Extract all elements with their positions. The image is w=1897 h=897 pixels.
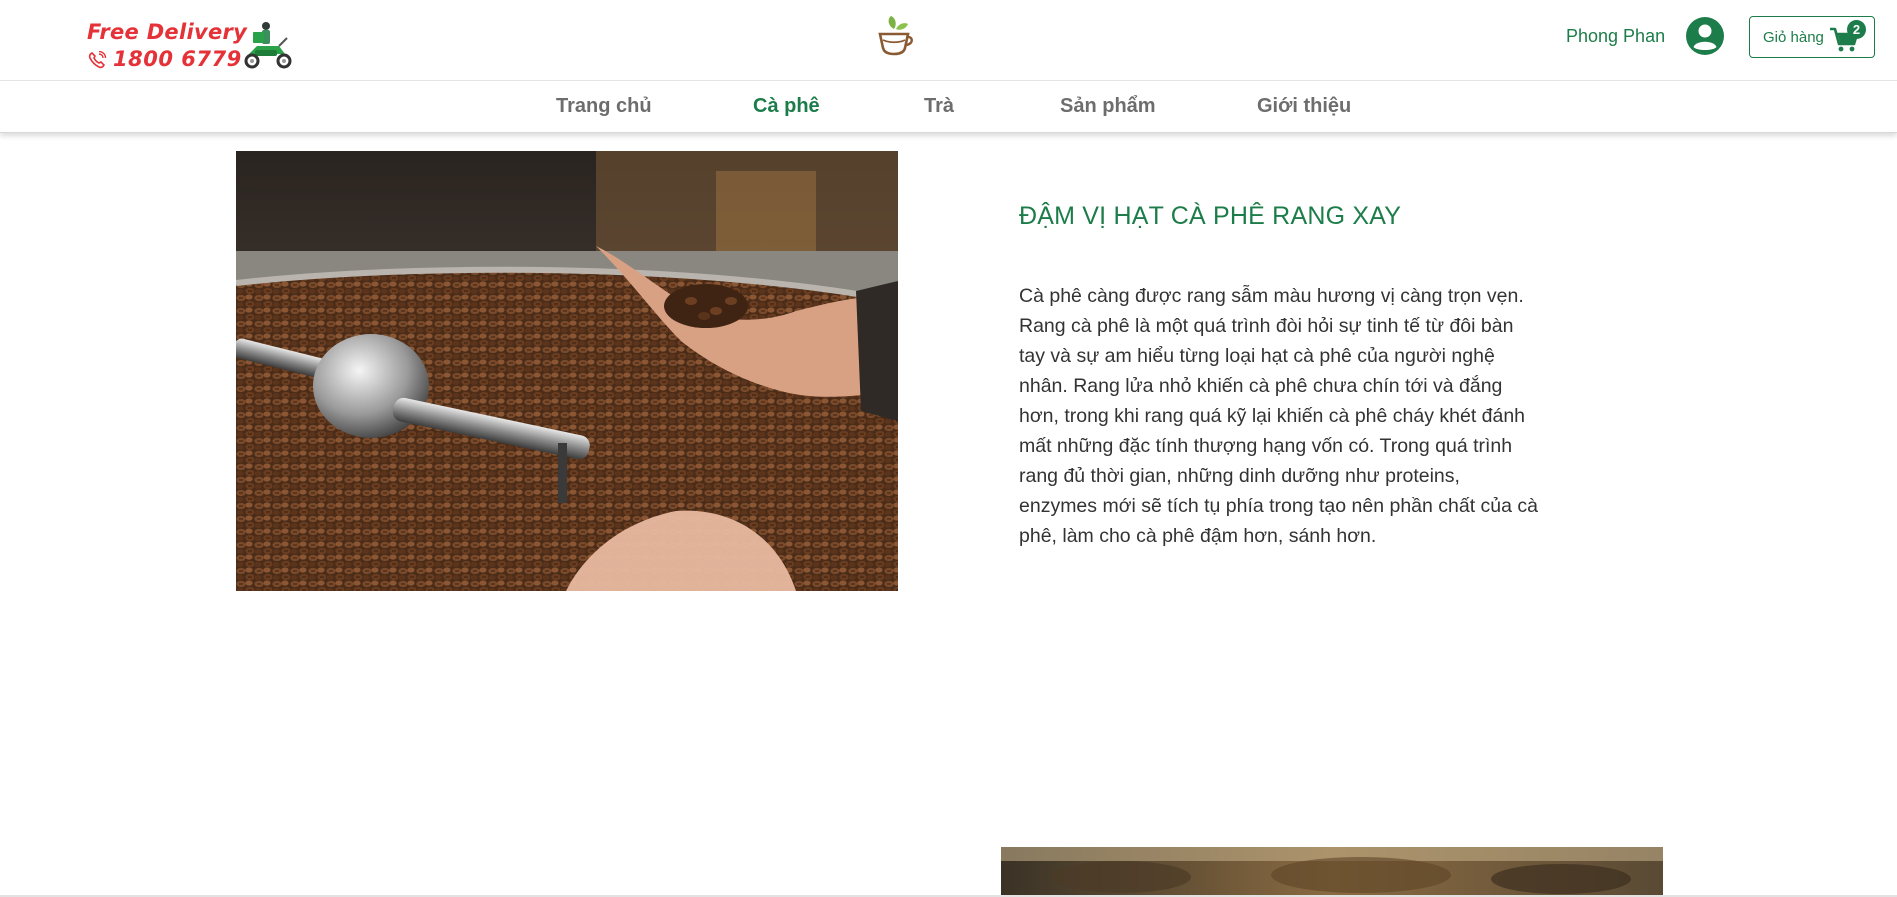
cart-label: Giỏ hàng <box>1763 29 1824 46</box>
promo-line2: 1800 6779 <box>113 47 242 71</box>
nav-item-about[interactable]: Giới thiệu <box>1257 95 1351 118</box>
cart-button[interactable]: Giỏ hàng 2 <box>1749 16 1875 58</box>
user-name-link[interactable]: Phong Phan <box>1566 26 1665 47</box>
coffee-roasting-beans-photo <box>236 151 898 591</box>
main-nav: Trang chủ Cà phê Trà Sản phẩm Giới thiệu <box>0 81 1897 133</box>
nav-item-tea[interactable]: Trà <box>924 95 954 118</box>
phone-icon <box>88 51 107 69</box>
promo-line1: Free Delivery <box>87 20 248 44</box>
feature-description: Cà phê càng được rang sẫm màu hương vị c… <box>1019 285 1539 547</box>
free-delivery-banner[interactable]: Free Delivery 1800 6779 <box>87 20 292 72</box>
feature-title: ĐẬM VỊ HẠT CÀ PHÊ RANG XAY <box>1019 202 1402 230</box>
coffee-cup-leaf-icon[interactable] <box>872 14 918 60</box>
nav-item-coffee[interactable]: Cà phê <box>753 95 820 118</box>
delivery-scooter-icon <box>244 22 292 69</box>
nav-item-home[interactable]: Trang chủ <box>556 95 652 118</box>
cart-count-badge: 2 <box>1847 20 1866 39</box>
top-header: Free Delivery 1800 6779 Phong Phan Giỏ h… <box>0 0 1897 81</box>
nav-item-products[interactable]: Sản phẩm <box>1060 95 1156 118</box>
coffee-beans-photo <box>1001 847 1663 897</box>
user-circle-icon[interactable] <box>1685 16 1725 56</box>
